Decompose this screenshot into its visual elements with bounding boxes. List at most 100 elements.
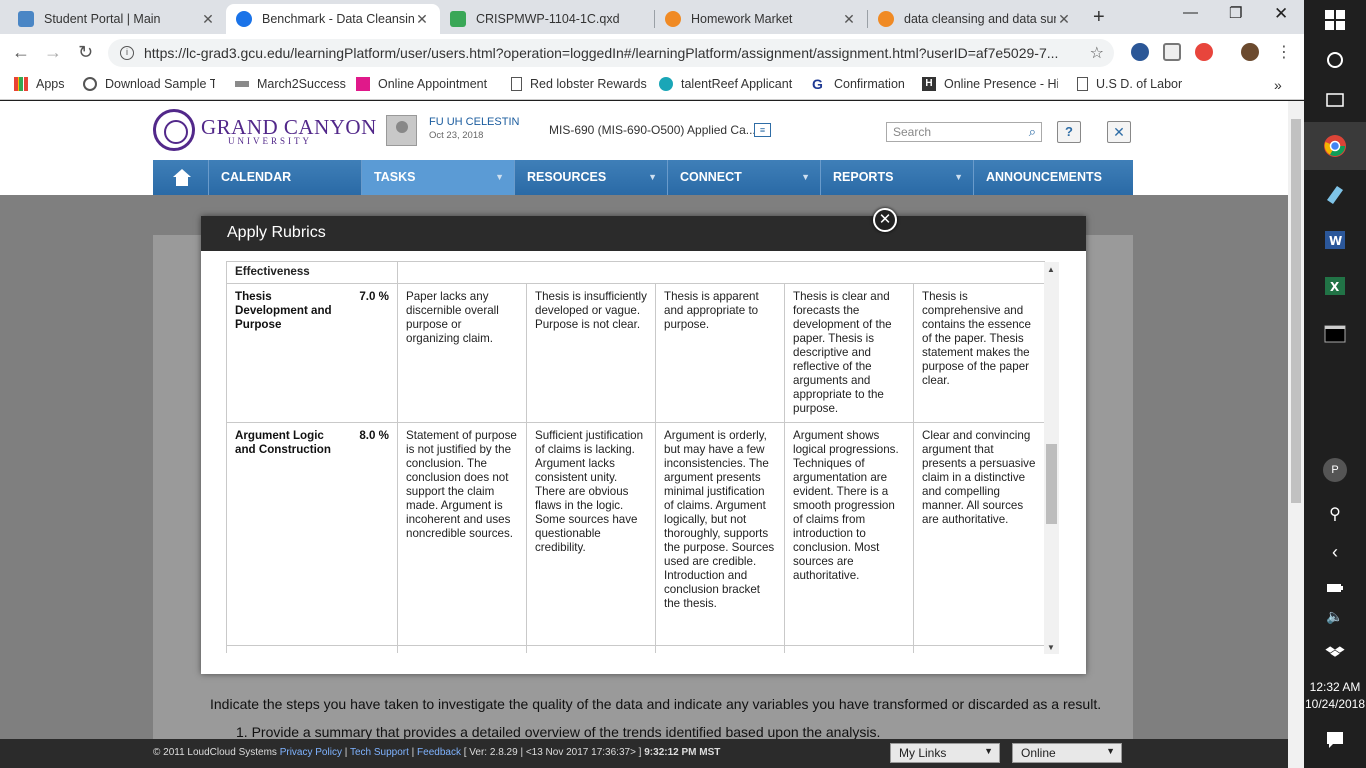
gcu-seal-icon[interactable]: [153, 109, 195, 151]
people-avatar[interactable]: P: [1323, 458, 1347, 482]
minimize-icon[interactable]: —: [1183, 4, 1198, 21]
info-icon[interactable]: i: [120, 46, 134, 60]
user-name[interactable]: FU UH CELESTIN: [429, 116, 519, 128]
status-select[interactable]: Online ▼: [1012, 743, 1122, 763]
restore-icon[interactable]: ❐: [1229, 4, 1242, 22]
rubric-category-filler: [396, 261, 1046, 284]
scroll-up-arrow-icon[interactable]: ▲: [1047, 265, 1055, 274]
help-button[interactable]: ?: [1057, 121, 1081, 143]
bookmark-download-sample[interactable]: Download Sample Te: [83, 77, 215, 91]
nav-connect[interactable]: CONNECT ▼: [668, 160, 821, 195]
people-icon[interactable]: ⚲: [1323, 504, 1347, 528]
task-view-icon[interactable]: [1323, 88, 1347, 112]
forward-icon[interactable]: →: [44, 42, 62, 63]
tab-data-cleansing[interactable]: data cleansing and data sum ✕: [868, 4, 1082, 34]
cortana-search-icon[interactable]: [1323, 48, 1347, 72]
clock-time[interactable]: 12:32 AM: [1304, 680, 1366, 694]
profile-avatar[interactable]: [1241, 43, 1259, 61]
bookmark-talentreef[interactable]: talentReef Applicant: [659, 77, 793, 91]
level-cell[interactable]: Paper lacks any discernible overall purp…: [397, 283, 527, 423]
home-icon[interactable]: [153, 160, 209, 195]
bookmark-march2success[interactable]: March2Success: [235, 77, 346, 91]
close-tab-icon[interactable]: ✕: [841, 11, 857, 28]
action-center-icon[interactable]: [1323, 728, 1347, 752]
nav-resources[interactable]: RESOURCES ▼: [515, 160, 668, 195]
nav-announcements[interactable]: ANNOUNCEMENTS: [974, 160, 1133, 195]
chrome-icon[interactable]: [1323, 134, 1347, 158]
tab-crispmwp[interactable]: CRISPMWP-1104-1C.qxd: [440, 4, 654, 34]
feedback-link[interactable]: Feedback: [417, 747, 461, 758]
page-icon: [511, 77, 522, 91]
browser-tab-strip: Student Portal | Main ✕ Benchmark - Data…: [0, 0, 1304, 34]
tab-title: Student Portal | Main: [44, 12, 161, 26]
volume-icon[interactable]: 🔈: [1323, 608, 1347, 632]
excel-icon[interactable]: X: [1323, 274, 1347, 298]
course-list-icon[interactable]: ≡: [754, 123, 771, 137]
dialog-close-icon[interactable]: ✕: [873, 208, 897, 232]
my-links-select[interactable]: My Links ▼: [890, 743, 1000, 763]
nav-tasks[interactable]: TASKS ▼: [362, 160, 515, 195]
rubric-scroll-area[interactable]: Effectiveness Thesis Development and Pur…: [226, 261, 1060, 653]
url-bar[interactable]: i https://lc-grad3.gcu.edu/learningPlatf…: [108, 39, 1114, 67]
level-cell[interactable]: Argument is orderly, but may have a few …: [655, 422, 785, 646]
level-cell[interactable]: Thesis is apparent and appropriate to pu…: [655, 283, 785, 423]
scroll-down-arrow-icon[interactable]: ▼: [1047, 643, 1055, 652]
reload-icon[interactable]: ↻: [78, 42, 93, 63]
bookmark-online-presence[interactable]: H Online Presence - Hir: [922, 77, 1058, 91]
level-cell[interactable]: Sufficient justification of claims is la…: [526, 422, 656, 646]
menu-kebab-icon[interactable]: ⋮: [1276, 42, 1292, 62]
tech-support-link[interactable]: Tech Support: [350, 747, 409, 758]
windows-start-icon[interactable]: [1323, 8, 1347, 32]
window-close-icon[interactable]: ✕: [1274, 4, 1288, 24]
nav-calendar[interactable]: CALENDAR: [209, 160, 362, 195]
scrollbar-thumb[interactable]: [1046, 444, 1057, 524]
back-icon[interactable]: ←: [12, 42, 30, 63]
level-cell[interactable]: Thesis is comprehensive and contains the…: [912, 283, 1046, 423]
level-cell[interactable]: [912, 645, 1046, 653]
terminal-icon[interactable]: [1323, 322, 1347, 346]
chevron-left-icon[interactable]: ‹: [1323, 542, 1347, 566]
level-cell[interactable]: [397, 645, 527, 653]
word-icon[interactable]: W: [1323, 228, 1347, 252]
level-cell[interactable]: [655, 645, 785, 653]
extension-icon[interactable]: [1163, 43, 1181, 61]
close-tab-icon[interactable]: ✕: [1056, 11, 1072, 28]
page-scrollbar[interactable]: [1288, 101, 1304, 768]
level-cell[interactable]: Statement of purpose is not justified by…: [397, 422, 527, 646]
level-cell[interactable]: Thesis is insufficiently developed or va…: [526, 283, 656, 423]
page-scrollbar-thumb[interactable]: [1291, 119, 1301, 503]
battery-icon[interactable]: [1323, 576, 1347, 600]
bookmark-apps[interactable]: Apps: [14, 77, 65, 91]
tab-benchmark[interactable]: Benchmark - Data Cleansing ✕: [226, 4, 440, 34]
level-cell[interactable]: Argument shows logical progressions. Tec…: [784, 422, 914, 646]
bookmark-confirmation[interactable]: G Confirmation: [812, 77, 905, 91]
privacy-link[interactable]: Privacy Policy: [280, 747, 342, 758]
search-input[interactable]: Search ⌕: [886, 122, 1042, 142]
clock-date[interactable]: 10/24/2018: [1304, 697, 1366, 711]
new-tab-icon[interactable]: +: [1093, 6, 1105, 29]
share-extension-icon[interactable]: [1131, 43, 1149, 61]
bookmark-star-icon[interactable]: ☆: [1090, 43, 1104, 63]
level-cell[interactable]: [784, 645, 914, 653]
notification-extension-icon[interactable]: [1195, 43, 1213, 61]
bookmark-online-appointment[interactable]: Online Appointment: [356, 77, 492, 91]
close-button[interactable]: ✕: [1107, 121, 1131, 143]
user-avatar[interactable]: [386, 115, 417, 146]
rubric-scrollbar[interactable]: ▲ ▼: [1044, 262, 1059, 654]
bookmark-us-labor[interactable]: U.S D. of Labor: [1077, 77, 1182, 91]
nav-reports[interactable]: REPORTS ▼: [821, 160, 974, 195]
bookmarks-overflow-icon[interactable]: »: [1274, 77, 1282, 93]
level-cell[interactable]: Thesis is clear and forecasts the develo…: [784, 283, 914, 423]
tab-homework-market[interactable]: Homework Market ✕: [655, 4, 867, 34]
bookmark-label: Online Appointment: [378, 77, 488, 91]
bookmark-red-lobster[interactable]: Red lobster Rewards: [511, 77, 647, 91]
search-icon[interactable]: ⌕: [1029, 124, 1036, 140]
dropbox-icon[interactable]: [1323, 640, 1347, 664]
course-title[interactable]: MIS-690 (MIS-690-O500) Applied Ca...: [549, 123, 756, 137]
tab-student-portal[interactable]: Student Portal | Main ✕: [8, 4, 226, 34]
eraser-app-icon[interactable]: [1323, 182, 1347, 206]
level-cell[interactable]: [526, 645, 656, 653]
close-tab-icon[interactable]: ✕: [414, 11, 430, 28]
close-tab-icon[interactable]: ✕: [200, 11, 216, 28]
level-cell[interactable]: Clear and convincing argument that prese…: [912, 422, 1046, 646]
